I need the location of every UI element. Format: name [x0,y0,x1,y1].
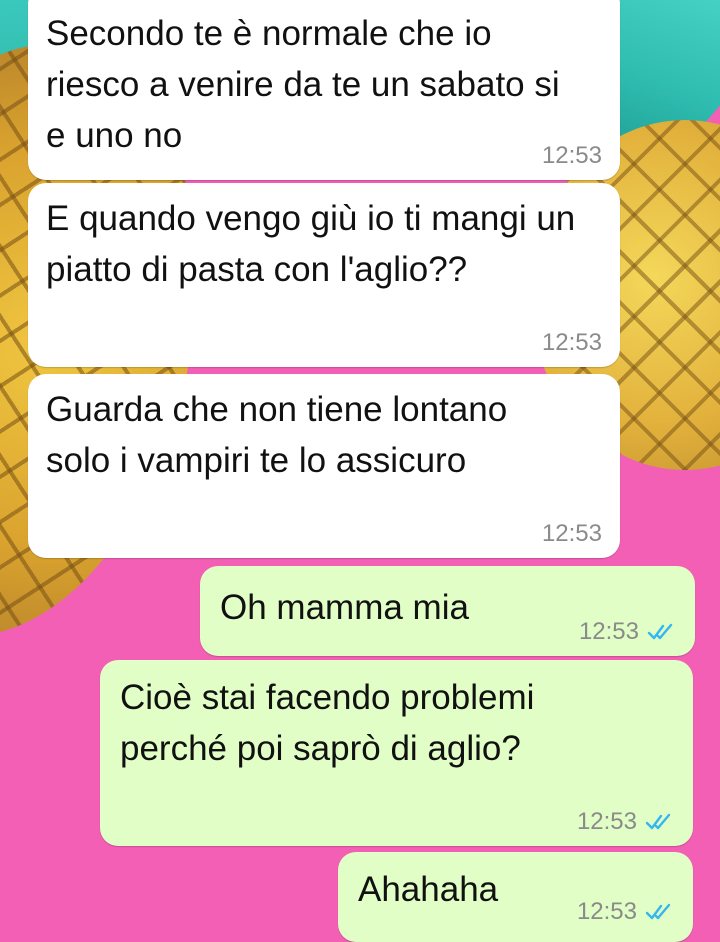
message-time: 12:53 [541,329,602,356]
message-meta: 12:53 [579,618,677,646]
message-text: Secondo te è normale che io riesco a ven… [46,14,560,155]
read-double-check-icon [645,813,671,830]
outgoing-message-bubble[interactable]: Oh mamma mia 12:53 [200,566,695,656]
read-double-check-icon [645,903,671,920]
incoming-message-bubble[interactable]: Secondo te è normale che io riesco a ven… [28,0,620,180]
outgoing-message-bubble[interactable]: Cioè stai facendo problemi perché poi sa… [100,660,693,846]
message-meta: 12:53 [542,520,602,548]
incoming-message-bubble[interactable]: E quando vengo giù io ti mangi un piatto… [28,183,620,367]
outgoing-message-bubble[interactable]: Ahahaha 12:53 [338,852,693,942]
message-time: 12:53 [541,142,602,169]
incoming-message-bubble[interactable]: Guarda che non tiene lontano solo i vamp… [28,374,620,558]
read-double-check-icon [647,623,673,640]
message-time: 12:53 [578,618,639,645]
message-text: Guarda che non tiene lontano solo i vamp… [46,390,508,480]
message-meta: 12:53 [542,329,602,357]
message-time: 12:53 [576,898,637,925]
message-text: E quando vengo giù io ti mangi un piatto… [46,199,576,289]
message-meta: 12:53 [577,898,675,926]
message-meta: 12:53 [577,808,675,836]
message-meta: 12:53 [542,142,602,170]
message-text: Cioè stai facendo problemi perché poi sa… [120,678,535,768]
message-time: 12:53 [576,808,637,835]
message-time: 12:53 [541,520,602,547]
